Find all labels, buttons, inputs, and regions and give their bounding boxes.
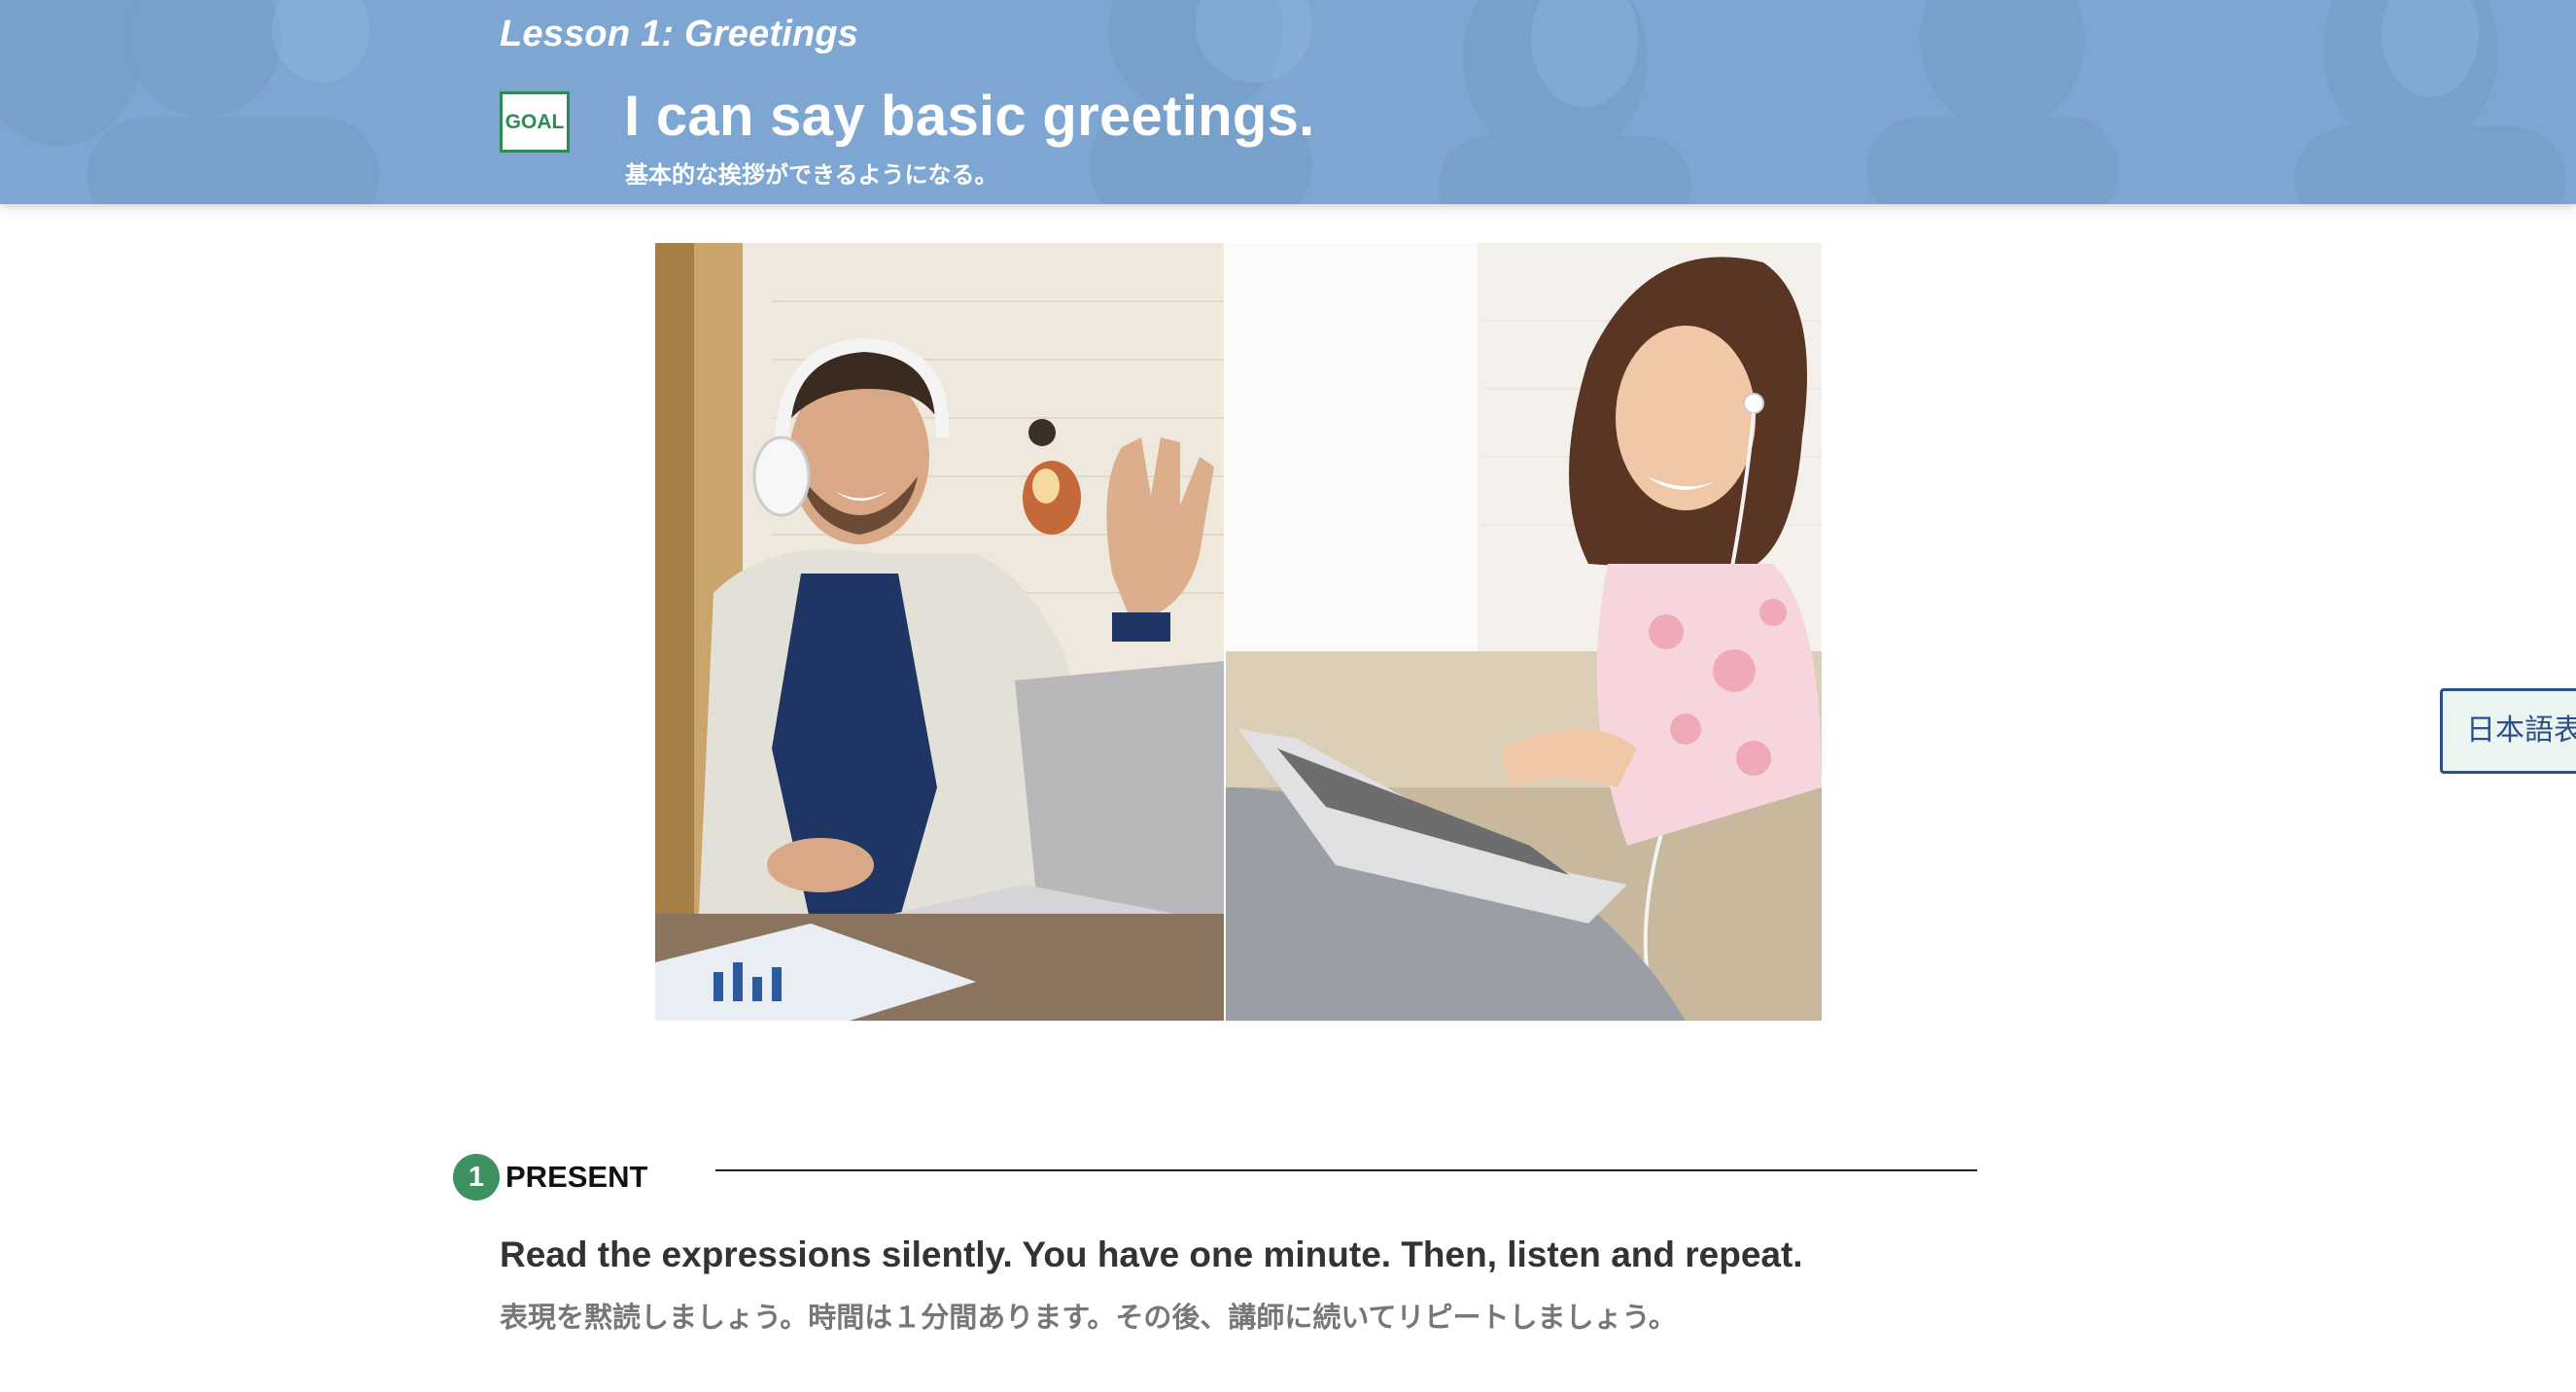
goal-title: I can say basic greetings. (624, 85, 1315, 148)
section-divider (715, 1169, 1977, 1171)
goal-badge: GOAL (500, 91, 570, 153)
lesson-header-banner: Lesson 1: Greetings GOAL I can say basic… (0, 0, 2576, 204)
hero-left-panel (655, 243, 1225, 1021)
hero-right-panel (1225, 243, 1822, 1021)
lesson-page: Lesson 1: Greetings GOAL I can say basic… (0, 0, 2576, 1392)
lesson-hero-image (655, 243, 1822, 1021)
lesson-title: Lesson 1: Greetings (500, 14, 859, 54)
goal-subtitle-jp: 基本的な挨拶ができるようになる。 (625, 162, 998, 189)
section-title: PRESENT (505, 1160, 648, 1194)
section-instruction-jp: 表現を黙読しましょう。時間は１分間あります。その後、講師に続いてリピートしましょ… (500, 1303, 1677, 1334)
section-instruction: Read the expressions silently. You have … (500, 1235, 1803, 1274)
japanese-display-toggle[interactable]: 日本語表示 (2440, 688, 2576, 774)
hero-photo-illustration (655, 243, 1822, 1021)
section-present-header: 1 PRESENT (453, 1153, 647, 1201)
step-number-badge: 1 (453, 1154, 500, 1201)
